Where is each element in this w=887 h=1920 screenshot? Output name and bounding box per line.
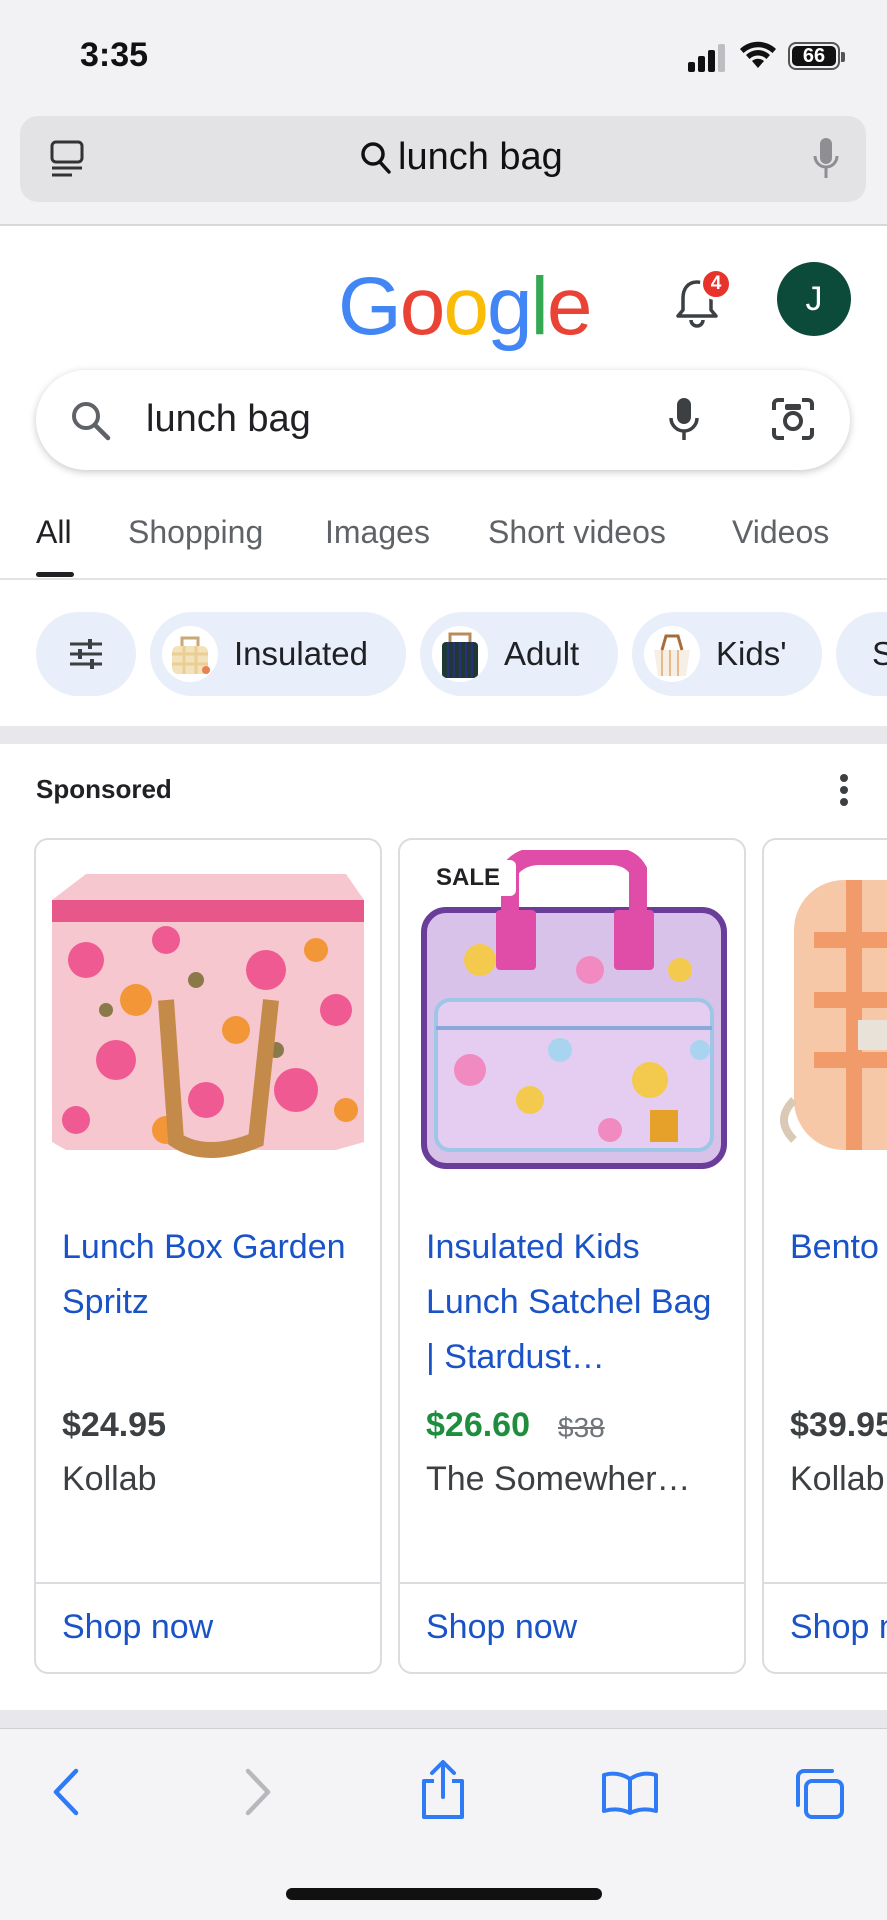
tune-icon	[70, 639, 102, 669]
chip-partial[interactable]: S	[836, 612, 887, 696]
chip-insulated[interactable]: Insulated	[150, 612, 406, 696]
bookmarks-icon[interactable]	[600, 1769, 660, 1817]
more-options-icon[interactable]	[836, 770, 852, 810]
magnifier-icon	[361, 141, 391, 174]
product-image[interactable]	[410, 847, 736, 1178]
product-card[interactable]: Lunch Box Garden Spritz $24.95 Kollab Sh…	[34, 838, 382, 1674]
battery-level: 66	[792, 46, 836, 66]
chip-thumbnail	[432, 626, 488, 682]
chip-thumbnail	[162, 626, 218, 682]
tab-list-icon[interactable]	[48, 138, 88, 180]
camera-lens-icon[interactable]	[770, 396, 816, 442]
notification-badge: 4	[700, 268, 732, 300]
product-price: $24.95	[62, 1406, 166, 1444]
chip-adult[interactable]: Adult	[420, 612, 618, 696]
account-avatar[interactable]: J	[777, 262, 851, 336]
product-card[interactable]: SALE Insulated Kids Lunch Satchel Bag | …	[398, 838, 746, 1674]
home-indicator	[286, 1888, 602, 1900]
active-tab-indicator	[36, 572, 74, 577]
tab-shopping[interactable]: Shopping	[128, 514, 263, 551]
product-price: $26.60	[426, 1406, 530, 1444]
search-icon	[72, 402, 111, 441]
filter-chips: Insulated Adult Kids' S	[0, 612, 887, 696]
shop-now-link[interactable]: Shop now	[790, 1608, 887, 1647]
tab-short-videos[interactable]: Short videos	[488, 514, 666, 551]
chip-thumbnail	[644, 626, 700, 682]
shop-now-link[interactable]: Shop now	[426, 1608, 577, 1647]
product-title[interactable]: Insulated Kids Lunch Satchel Bag | Stard…	[426, 1220, 726, 1385]
voice-search-icon[interactable]	[666, 396, 702, 444]
google-search-box[interactable]: lunch bag	[36, 370, 850, 470]
card-divider	[764, 1582, 887, 1584]
sale-badge: SALE	[420, 860, 517, 896]
forward-icon[interactable]	[240, 1767, 276, 1817]
address-text[interactable]: lunch bag	[360, 136, 563, 179]
microphone-icon[interactable]	[812, 136, 840, 182]
product-merchant: Kollab	[790, 1460, 885, 1498]
product-title[interactable]: Bento Water Peach	[790, 1220, 887, 1275]
address-bar[interactable]: lunch bag	[20, 116, 866, 202]
product-card[interactable]: Bento Water Peach $39.95 Kollab Shop now	[762, 838, 887, 1674]
google-results-page: Google 4 J lunch bag All Shopping Images…	[0, 226, 887, 1728]
back-icon[interactable]	[48, 1767, 84, 1817]
search-tabs: All Shopping Images Short videos Videos	[0, 496, 887, 580]
chip-label: Adult	[504, 635, 580, 672]
tab-all[interactable]: All	[36, 514, 72, 551]
google-logo[interactable]: Google	[338, 260, 592, 354]
wifi-icon	[740, 41, 776, 68]
product-merchant: The Somewher…	[426, 1460, 691, 1498]
chip-label: Kids'	[716, 635, 787, 672]
section-divider	[0, 726, 887, 744]
section-divider	[0, 1710, 887, 1728]
product-image[interactable]	[46, 850, 372, 1178]
tab-images[interactable]: Images	[325, 514, 430, 551]
filters-chip[interactable]	[36, 612, 136, 696]
product-price: $39.95	[790, 1406, 887, 1444]
battery-icon: 66	[788, 42, 845, 70]
product-old-price: $38	[558, 1412, 605, 1443]
product-merchant: Kollab	[62, 1460, 157, 1498]
product-image[interactable]	[774, 850, 887, 1178]
chip-kids[interactable]: Kids'	[632, 612, 822, 696]
address-query: lunch bag	[398, 136, 563, 178]
status-bar: 3:35 66	[0, 0, 887, 110]
search-input[interactable]: lunch bag	[146, 398, 311, 441]
sponsored-label: Sponsored	[36, 774, 172, 804]
chip-label: S	[872, 635, 887, 672]
product-title[interactable]: Lunch Box Garden Spritz	[62, 1220, 362, 1330]
chip-label: Insulated	[234, 635, 368, 672]
card-divider	[400, 1582, 744, 1584]
status-time: 3:35	[80, 36, 149, 74]
tab-videos[interactable]: Videos	[732, 514, 829, 551]
cellular-signal-icon	[688, 44, 728, 72]
share-icon[interactable]	[418, 1759, 468, 1821]
tabs-icon[interactable]	[792, 1767, 846, 1821]
shop-now-link[interactable]: Shop now	[62, 1608, 213, 1647]
card-divider	[36, 1582, 380, 1584]
